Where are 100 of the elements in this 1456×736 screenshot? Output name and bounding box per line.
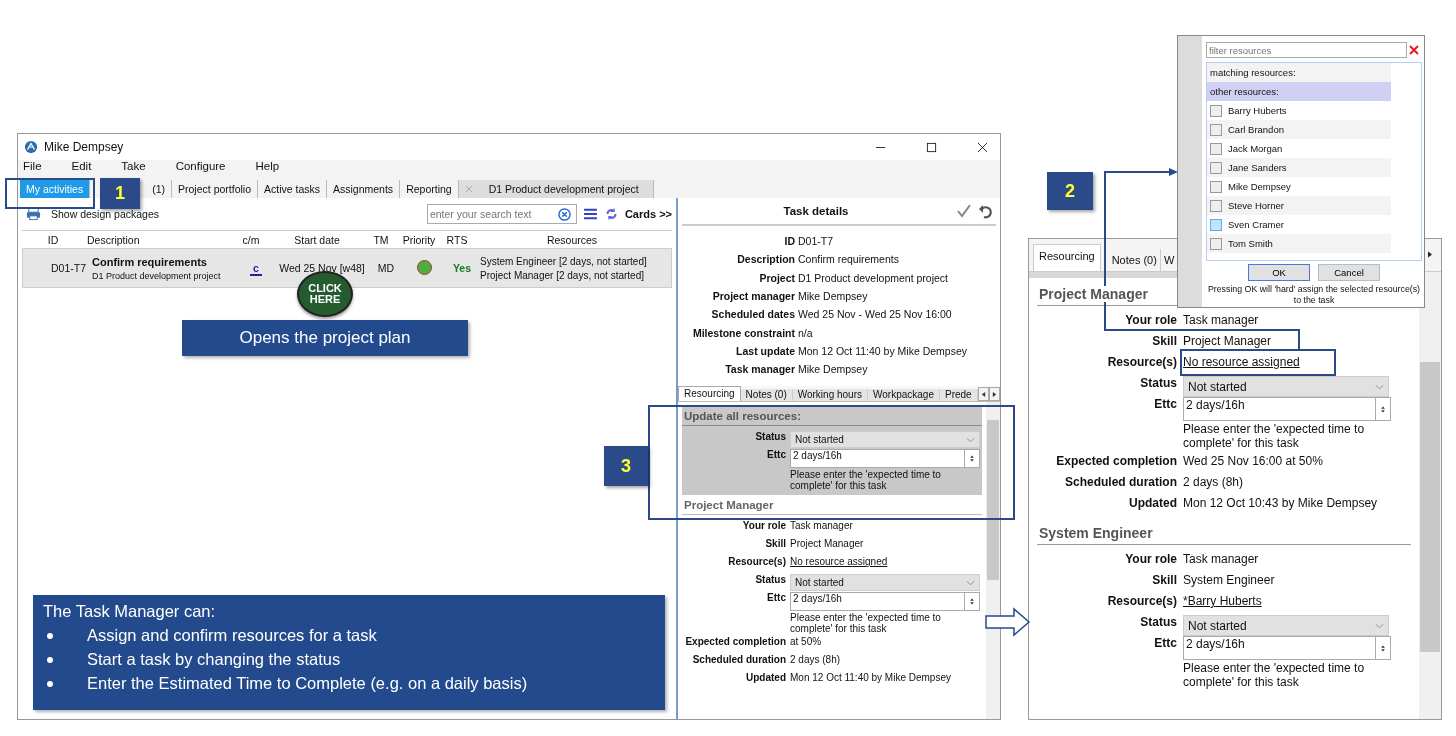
field-label: Scheduled dates: [710, 308, 795, 321]
field-label: Resource(s): [1106, 594, 1177, 608]
resource-link[interactable]: *Barry Huberts: [1183, 594, 1262, 608]
field-label: Your role: [1124, 552, 1177, 566]
menu-item[interactable]: Help: [255, 160, 280, 172]
window-title: Mike Dempsey: [44, 140, 124, 154]
ettc-spinner[interactable]: 2 days/16h: [1183, 636, 1391, 660]
bullet-icon: [47, 656, 53, 663]
field-label: Updated: [745, 672, 786, 684]
table-cell-text: MD: [376, 262, 396, 274]
field-label: ID: [783, 235, 795, 248]
field-label: Your role: [1124, 313, 1177, 327]
note-text: Pressing OK will 'hard' assign the selected resource(s) to the task: [1206, 284, 1422, 306]
ettc-spinner[interactable]: 2 days/16h: [790, 592, 980, 612]
resource-name: Sven Cramer: [1228, 219, 1284, 230]
scrollbar[interactable]: [986, 402, 1000, 719]
field-value: Task manager: [1183, 313, 1259, 327]
tab[interactable]: D1 Product development project: [458, 180, 654, 198]
tab[interactable]: Workpackage: [868, 389, 940, 402]
menu-item[interactable]: Configure: [175, 160, 226, 172]
resource-name: Jack Morgan: [1228, 143, 1283, 154]
tab[interactable]: (1): [146, 180, 173, 198]
menu-item[interactable]: Take: [121, 160, 146, 172]
scroll-left-icon[interactable]: [980, 390, 986, 398]
field-value: 2 days (8h): [1183, 475, 1244, 489]
scrollbar[interactable]: [1419, 272, 1441, 719]
column-header[interactable]: Priority: [396, 233, 442, 246]
hint-text: Please enter the 'expected time to complete' for this task: [1183, 421, 1366, 452]
tab[interactable]: Resourcing: [1033, 244, 1101, 271]
cm-link[interactable]: c: [250, 262, 262, 276]
column-header[interactable]: RTS: [442, 233, 472, 246]
table-cell-text: Wed 25 Nov [w48]: [278, 262, 366, 274]
group-header[interactable]: matching resources:: [1207, 63, 1391, 82]
tab[interactable]: Notes (0): [740, 389, 793, 402]
field-value: Project Manager: [1183, 334, 1272, 348]
resource-link[interactable]: No resource assigned: [790, 556, 888, 568]
ok-button[interactable]: OK: [1248, 264, 1310, 281]
bullet-text: Enter the Estimated Time to Complete (e.g. on a daily basis): [87, 674, 528, 693]
menu-item[interactable]: Edit: [71, 160, 92, 172]
checkbox[interactable]: [1210, 218, 1222, 231]
field-label: Your role: [741, 520, 786, 532]
column-header[interactable]: ID: [22, 233, 84, 246]
menu-item[interactable]: File: [23, 160, 42, 172]
tab[interactable]: Notes (0): [1108, 249, 1161, 271]
column-header[interactable]: TM: [366, 233, 396, 246]
checkmark-icon[interactable]: [956, 203, 972, 219]
field-label: Project manager: [711, 290, 795, 303]
section-heading: Project Manager: [1039, 286, 1148, 302]
bullet-icon: [47, 632, 53, 639]
column-header[interactable]: Start date: [268, 233, 366, 246]
field-label: Expected completion: [684, 636, 786, 648]
checkbox[interactable]: [1210, 161, 1222, 174]
field-label: Expected completion: [1055, 454, 1177, 468]
field-label: Milestone constraint: [691, 326, 795, 339]
column-header[interactable]: c/m: [234, 233, 268, 246]
checkbox[interactable]: [1210, 104, 1222, 117]
checkbox[interactable]: [1210, 142, 1222, 155]
cards-link[interactable]: Cards >>: [624, 208, 672, 220]
column-header[interactable]: Description: [84, 233, 234, 246]
resource-link[interactable]: No resource assigned: [1183, 355, 1300, 369]
field-label: Resource(s): [727, 556, 786, 568]
tab[interactable]: Assignments: [327, 180, 401, 198]
maximize-icon[interactable]: [926, 141, 937, 153]
close-icon[interactable]: [977, 141, 988, 153]
group-header[interactable]: other resources:: [1207, 82, 1391, 101]
field-value: Task manager: [1183, 552, 1259, 566]
checkbox[interactable]: [1210, 199, 1222, 212]
ettc-spinner[interactable]: 2 days/16h: [790, 449, 980, 469]
tab[interactable]: Project portfolio: [172, 180, 258, 198]
column-header[interactable]: Resources: [472, 233, 672, 246]
field-value: Wed 25 Nov - Wed 25 Nov 16:00: [798, 308, 952, 321]
scroll-right-icon[interactable]: [1427, 250, 1433, 259]
tab[interactable]: Resourcing: [678, 386, 741, 402]
filter-field[interactable]: filter resources: [1206, 42, 1407, 58]
tab[interactable]: Reporting: [400, 180, 459, 198]
scroll-right-icon[interactable]: [991, 390, 997, 398]
checkbox[interactable]: [1210, 237, 1222, 250]
field-value: Mike Dempsey: [798, 363, 868, 376]
checkbox[interactable]: [1210, 123, 1222, 136]
cancel-button[interactable]: Cancel: [1318, 264, 1380, 281]
hint-text: Please enter the 'expected time to complete' for this task: [790, 468, 942, 494]
checkbox[interactable]: [1210, 180, 1222, 193]
search-field[interactable]: enter your search text: [426, 204, 577, 224]
field-value: System Engineer: [1183, 573, 1275, 587]
field-value: at 50%: [790, 636, 822, 648]
status-dropdown[interactable]: Not started: [1183, 376, 1389, 397]
status-dropdown[interactable]: Not started: [790, 431, 980, 449]
field-label: Scheduled duration: [1064, 475, 1177, 489]
list-icon[interactable]: [582, 207, 598, 221]
status-dropdown[interactable]: Not started: [790, 574, 980, 592]
tab[interactable]: Working hours: [792, 389, 868, 402]
undo-icon[interactable]: [978, 203, 994, 219]
ettc-spinner[interactable]: 2 days/16h: [1183, 397, 1391, 421]
step-number: 2: [1047, 172, 1093, 210]
design-packages-toggle[interactable]: Show design packages: [51, 208, 159, 220]
printer-icon[interactable]: [26, 207, 41, 221]
tab[interactable]: Prede: [940, 389, 978, 402]
tab[interactable]: Active tasks: [258, 180, 327, 198]
status-dropdown[interactable]: Not started: [1183, 615, 1389, 636]
clear-icon[interactable]: [557, 207, 571, 221]
